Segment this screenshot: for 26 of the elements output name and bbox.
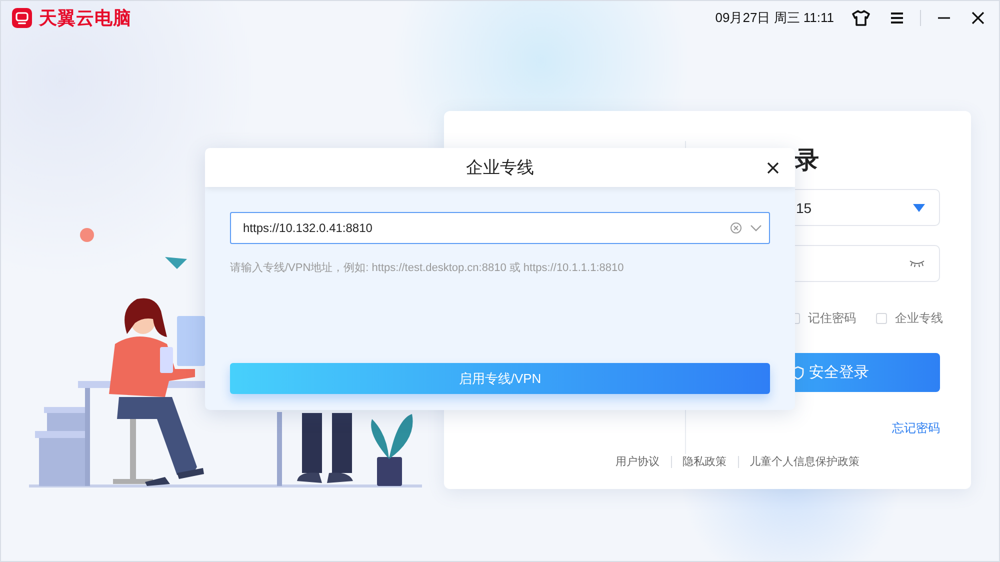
date-time: 09月27日 周三 11:11 — [715, 8, 834, 26]
hint-text: 请输入专线/VPN地址，例如: https://test.desktop.cn:8810 或 https://10.1.1.1:8810 — [230, 261, 625, 275]
checkbox[interactable] — [876, 312, 887, 324]
potted-plant-drawing — [371, 414, 413, 486]
dot — [80, 228, 94, 242]
forgot-password-link[interactable]: 忘记密码 — [892, 421, 940, 435]
app-title: 天翼云电脑 — [39, 6, 132, 30]
checkbox-label[interactable]: 记住密码 — [808, 311, 856, 325]
shirt-icon[interactable] — [852, 10, 870, 26]
logo-icon — [12, 8, 32, 28]
footer-link[interactable]: 儿童个人信息保护政策 — [750, 454, 860, 469]
dropdown-triangle-icon[interactable] — [913, 204, 925, 212]
checkbox-label[interactable]: 企业专线 — [895, 311, 943, 325]
paper-plane-icon — [165, 257, 187, 269]
footer-link[interactable]: 用户协议 — [616, 454, 660, 469]
chevron-down-icon[interactable] — [750, 224, 762, 232]
close-icon[interactable] — [767, 162, 779, 174]
menu-icon[interactable] — [890, 12, 904, 24]
close-icon[interactable] — [971, 10, 985, 24]
address-field[interactable]: https://10.132.0.41:8810 — [230, 212, 770, 244]
standing-legs-drawing — [297, 413, 353, 483]
login-title: 录 — [795, 146, 819, 176]
clear-icon[interactable] — [730, 222, 742, 234]
dialog-title: 企业专线 — [466, 157, 534, 179]
footer-link[interactable]: 隐私政策 — [682, 454, 726, 469]
closed-eye-icon[interactable] — [909, 260, 925, 268]
